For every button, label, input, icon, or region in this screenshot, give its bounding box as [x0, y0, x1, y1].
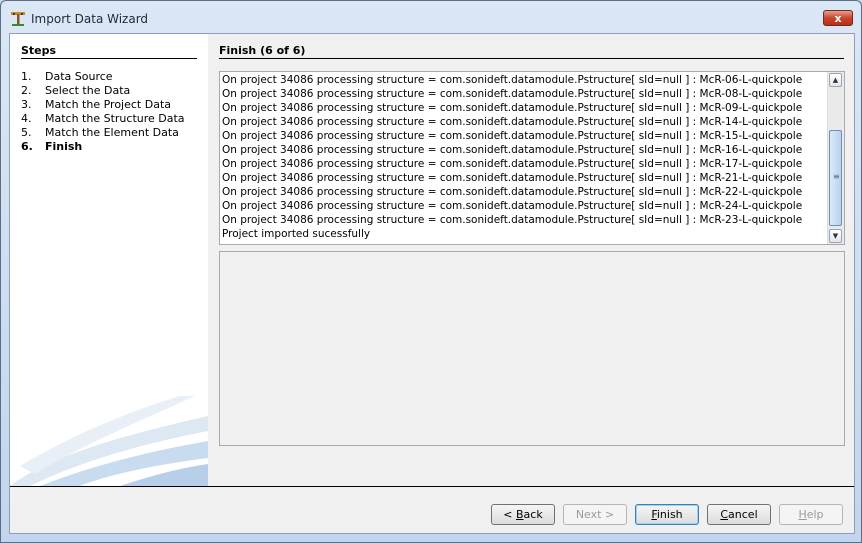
log-line: On project 34086 processing structure = … [222, 74, 803, 86]
decorative-swoosh [10, 396, 208, 486]
log-line: On project 34086 processing structure = … [222, 214, 803, 226]
scrollbar-thumb[interactable]: ≡ [829, 130, 842, 226]
log-line: Project imported sucessfully [222, 228, 371, 240]
log-line: On project 34086 processing structure = … [222, 102, 803, 114]
help-label-mnemonic: H [798, 508, 807, 521]
step-item: 1. Data Source [21, 70, 185, 84]
step-label: Select the Data [45, 84, 131, 97]
step-item: 3. Match the Project Data [21, 98, 185, 112]
import-log-textarea[interactable]: On project 34086 processing structure = … [219, 71, 845, 245]
title-divider [219, 58, 844, 59]
log-line: On project 34086 processing structure = … [222, 172, 803, 184]
step-label: Match the Structure Data [45, 112, 185, 125]
window-title: Import Data Wizard [31, 12, 149, 26]
log-line: On project 34086 processing structure = … [222, 88, 803, 100]
step-number: 1. [21, 70, 32, 83]
scroll-up-icon[interactable]: ▲ [829, 73, 842, 87]
step-number: 5. [21, 126, 32, 139]
step-label: Match the Project Data [45, 98, 172, 111]
cancel-label-mnemonic: C [720, 508, 729, 521]
back-label-mnemonic: B [516, 508, 524, 521]
step-number: 3. [21, 98, 32, 111]
steps-heading: Steps [21, 44, 57, 57]
steps-divider [21, 58, 197, 59]
log-line: On project 34086 processing structure = … [222, 200, 803, 212]
wizard-body: Steps 1. Data Source 2. Select the Data 3. Ma… [9, 33, 855, 534]
step-number: 2. [21, 84, 32, 97]
log-line: On project 34086 processing structure = … [222, 116, 803, 128]
step-label: Match the Element Data [45, 126, 179, 139]
details-panel [219, 251, 845, 446]
close-icon: x [834, 12, 842, 25]
help-label-post: elp [806, 508, 824, 521]
button-separator [10, 486, 854, 487]
steps-panel: Steps 1. Data Source 2. Select the Data 3. Ma… [10, 34, 208, 486]
log-line: On project 34086 processing structure = … [222, 144, 803, 156]
title-bar[interactable]: Import Data Wizard x [1, 1, 861, 37]
grip-icon: ≡ [833, 172, 840, 181]
scroll-down-icon[interactable]: ▼ [829, 229, 842, 243]
step-item: 5. Match the Element Data [21, 126, 185, 140]
back-label-post: ack [523, 508, 543, 521]
back-label-pre: < [503, 508, 516, 521]
step-item: 6. Finish [21, 140, 185, 154]
step-number: 6. [21, 140, 33, 153]
log-scrollbar[interactable]: ▲ ≡ ▼ [827, 72, 844, 244]
wizard-window: Import Data Wizard x Steps 1. Data Source… [0, 0, 862, 543]
step-item: 2. Select the Data [21, 84, 185, 98]
step-item: 4. Match the Structure Data [21, 112, 185, 126]
log-line: On project 34086 processing structure = … [222, 158, 803, 170]
pole-icon [11, 12, 25, 26]
finish-button[interactable]: Finish [635, 504, 699, 525]
cancel-button[interactable]: Cancel [707, 504, 771, 525]
steps-list: 1. Data Source 2. Select the Data 3. Match th… [21, 70, 185, 154]
step-label: Data Source [45, 70, 113, 83]
step-label: Finish [45, 140, 83, 153]
help-button[interactable]: Help [779, 504, 843, 525]
log-lines: On project 34086 processing structure = … [222, 72, 826, 241]
cancel-label-post: ancel [728, 508, 758, 521]
page-title: Finish (6 of 6) [219, 44, 306, 57]
next-button[interactable]: Next > [563, 504, 627, 525]
finish-label-post: inish [656, 508, 683, 521]
log-line: On project 34086 processing structure = … [222, 186, 803, 198]
back-button[interactable]: < Back [491, 504, 555, 525]
log-line: On project 34086 processing structure = … [222, 130, 803, 142]
close-button[interactable]: x [823, 10, 853, 26]
step-number: 4. [21, 112, 32, 125]
